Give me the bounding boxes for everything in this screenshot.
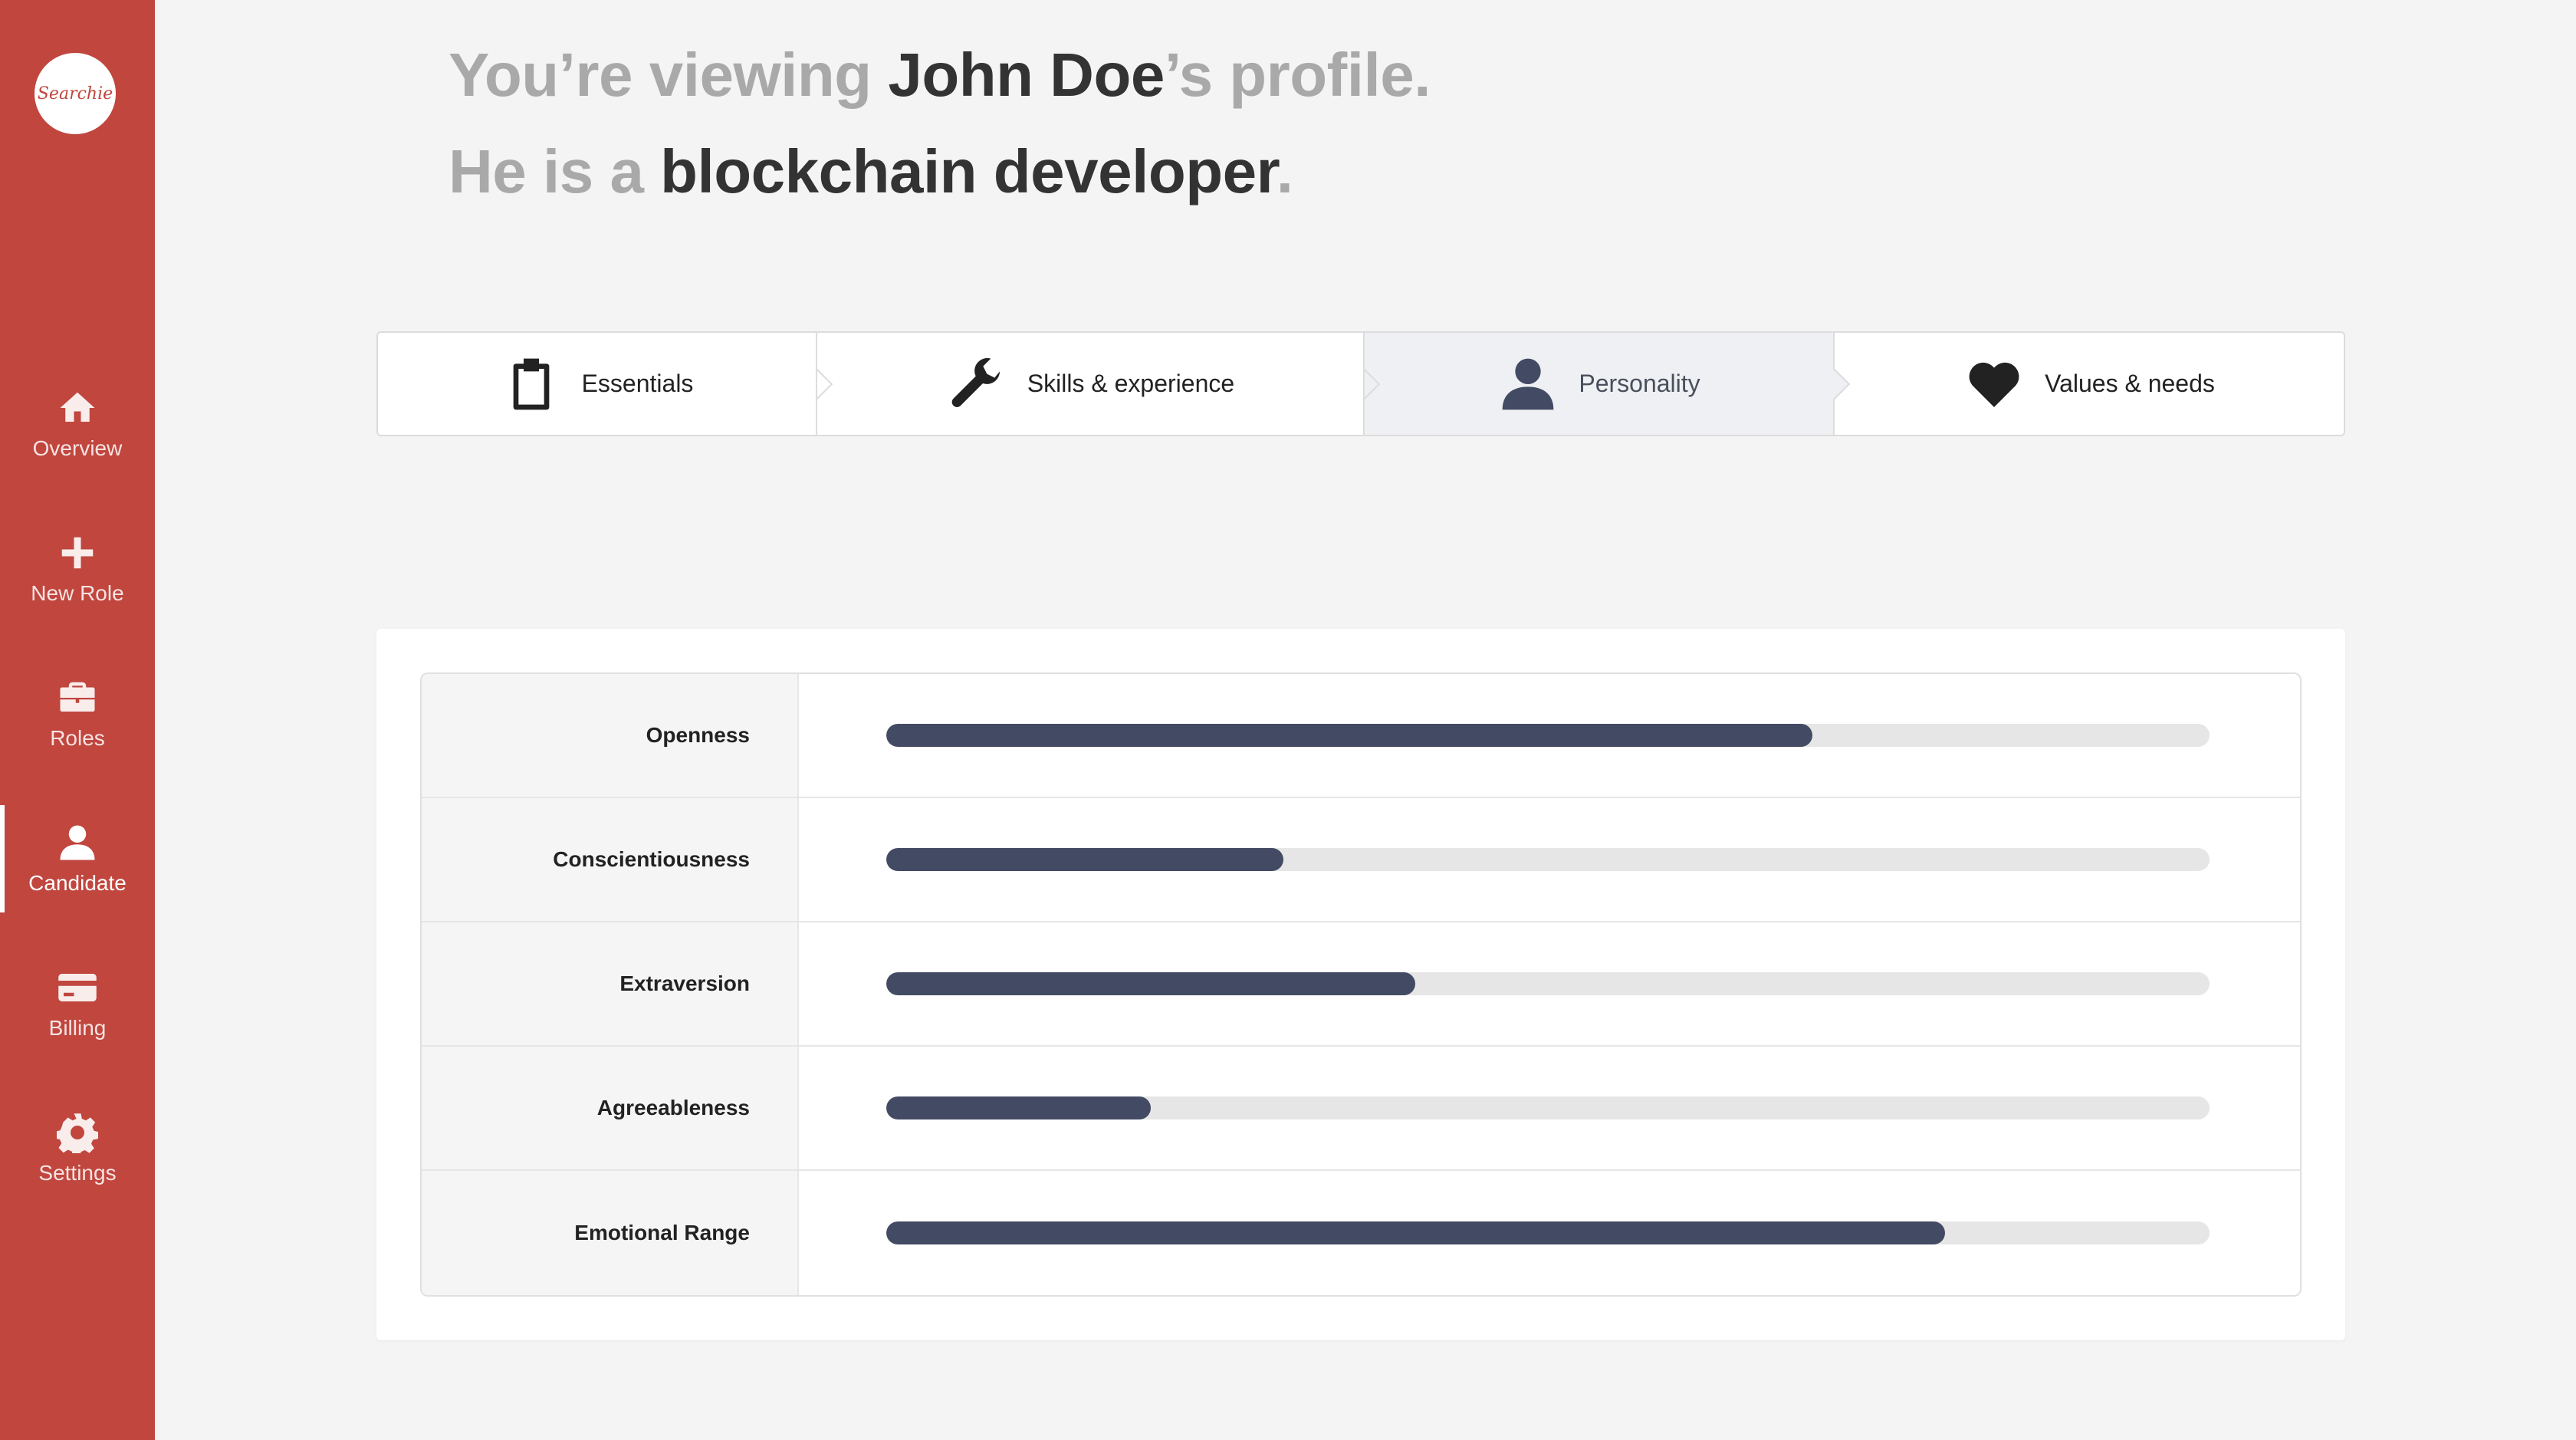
user-icon — [1503, 358, 1554, 409]
briefcase-icon — [60, 682, 95, 712]
trait-label: Openness — [422, 674, 799, 797]
candidate-role: blockchain developer — [660, 137, 1276, 205]
candidate-name: John Doe — [888, 41, 1165, 109]
plus-icon — [61, 537, 94, 569]
wrench-icon — [951, 357, 1000, 407]
trait-bar-fill — [886, 724, 1813, 747]
profile-tabs: Essentials Skills & experience Personali… — [376, 331, 2345, 436]
trait-bar-fill — [886, 1221, 1945, 1244]
tab-values-needs[interactable]: Values & needs — [1833, 333, 2344, 435]
sidebar-item-settings[interactable]: Settings — [0, 1095, 155, 1202]
trait-row: Extraversion — [422, 922, 2300, 1047]
sidebar-item-billing[interactable]: Billing — [0, 950, 155, 1057]
tab-personality[interactable]: Personality — [1363, 333, 1851, 435]
headline-suffix: . — [1276, 137, 1293, 205]
headline-line-1: You’re viewing John Doe’s profile. — [449, 40, 1431, 110]
personality-card: Openness Conscientiousness Extraversion … — [376, 629, 2345, 1340]
sidebar-item-label: Overview — [32, 436, 123, 460]
sidebar-item-label: New Role — [31, 581, 124, 605]
tab-label: Skills & experience — [1027, 370, 1235, 397]
sidebar-item-label: Settings — [38, 1161, 117, 1185]
sidebar-item-new-role[interactable]: New Role — [0, 515, 155, 623]
sidebar-item-overview[interactable]: Overview — [0, 370, 155, 478]
sidebar: Searchie Overview New Role Roles Candida… — [0, 0, 155, 1440]
app-logo[interactable]: Searchie — [34, 53, 116, 134]
user-icon — [60, 825, 95, 860]
trait-bar-fill — [886, 1096, 1152, 1119]
credit-card-icon — [58, 974, 97, 1001]
tab-label: Personality — [1579, 370, 1700, 397]
headline-line-2: He is a blockchain developer. — [449, 136, 1293, 207]
tab-label: Essentials — [581, 370, 694, 397]
trait-row: Emotional Range — [422, 1171, 2300, 1295]
trait-label: Conscientiousness — [422, 798, 799, 921]
trait-bar-fill — [886, 972, 1416, 995]
trait-bar-track — [886, 848, 2210, 871]
trait-label: Emotional Range — [422, 1171, 799, 1295]
sidebar-item-label: Roles — [50, 726, 105, 750]
tab-label: Values & needs — [2045, 370, 2215, 397]
sidebar-item-label: Billing — [48, 1016, 107, 1040]
trait-bar-fill — [886, 848, 1283, 871]
heart-icon — [1969, 362, 2019, 407]
gear-icon — [57, 1113, 98, 1153]
tab-essentials[interactable]: Essentials — [378, 333, 833, 435]
sidebar-item-label: Candidate — [28, 871, 127, 895]
home-icon — [60, 392, 95, 422]
trait-row: Agreeableness — [422, 1047, 2300, 1171]
trait-bar-track — [886, 1096, 2210, 1119]
headline-suffix: ’s profile. — [1164, 41, 1431, 109]
trait-label: Agreeableness — [422, 1047, 799, 1169]
trait-row: Conscientiousness — [422, 798, 2300, 922]
trait-row: Openness — [422, 674, 2300, 798]
sidebar-item-candidate[interactable]: Candidate — [0, 805, 155, 912]
clipboard-icon — [513, 358, 549, 409]
trait-bar-track — [886, 972, 2210, 995]
sidebar-item-roles[interactable]: Roles — [0, 660, 155, 768]
personality-traits: Openness Conscientiousness Extraversion … — [420, 672, 2302, 1297]
headline-prefix: You’re viewing — [449, 41, 889, 109]
trait-label: Extraversion — [422, 922, 799, 1045]
tab-skills-experience[interactable]: Skills & experience — [816, 333, 1381, 435]
logo-text: Searchie — [37, 84, 113, 104]
trait-bar-track — [886, 1221, 2210, 1244]
trait-bar-track — [886, 724, 2210, 747]
headline-prefix: He is a — [449, 137, 661, 205]
